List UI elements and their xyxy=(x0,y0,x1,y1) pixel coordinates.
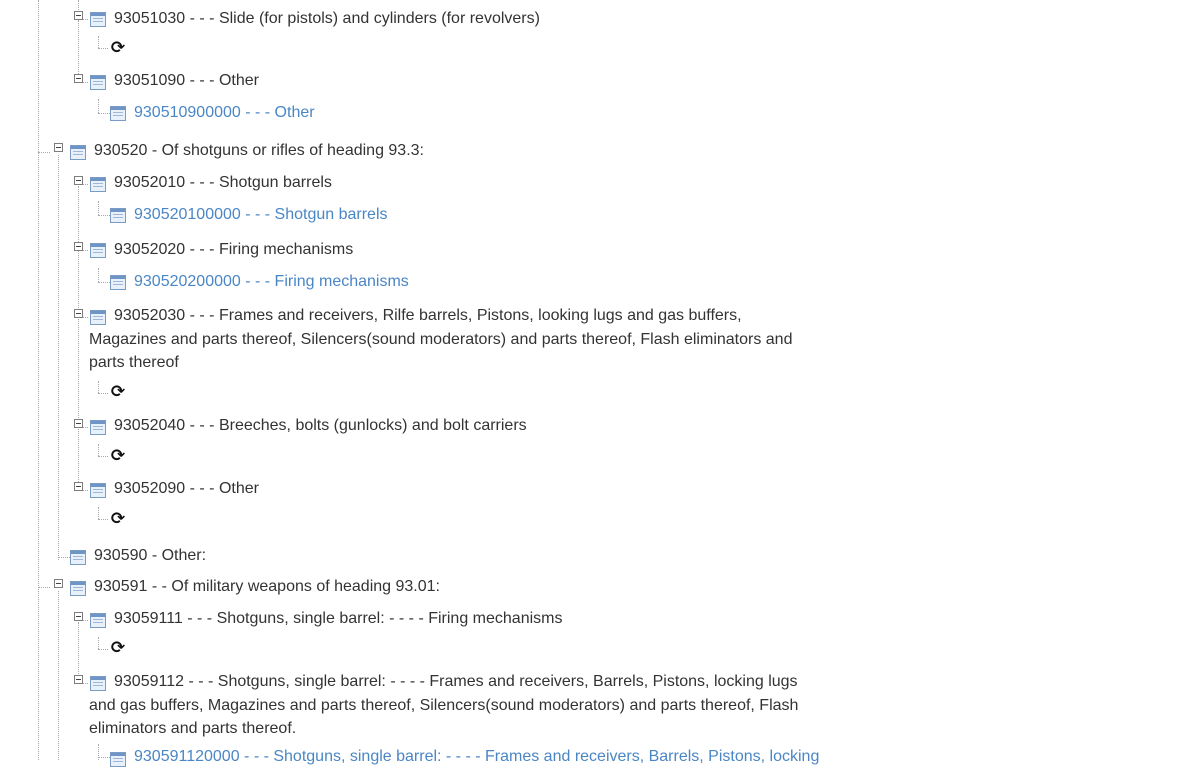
tree-node-label-continuation[interactable]: and gas buffers, Magazines and parts the… xyxy=(89,694,819,740)
node-table-icon xyxy=(90,420,106,435)
tree-guide-line xyxy=(38,0,39,760)
tree-leaf-link[interactable]: 930520100000 - - - Shotgun barrels xyxy=(134,204,388,226)
tree-guide-line xyxy=(58,591,59,760)
tree-connector xyxy=(38,152,50,153)
collapse-toggle-icon[interactable] xyxy=(74,419,83,428)
node-table-icon xyxy=(90,613,106,628)
leaf-table-icon xyxy=(110,106,126,121)
collapse-toggle-icon[interactable] xyxy=(74,11,83,20)
collapse-toggle-icon[interactable] xyxy=(74,675,83,684)
tree-connector xyxy=(98,282,110,283)
tree-connector xyxy=(98,519,108,520)
tree-leaf-link[interactable]: 930591120000 - - - Shotguns, single barr… xyxy=(134,746,819,768)
tree-leaf-link[interactable]: 930510900000 - - - Other xyxy=(134,102,315,124)
tree-connector xyxy=(98,649,108,650)
tree-guide-line xyxy=(78,186,79,490)
refresh-icon[interactable]: ⟳ xyxy=(109,447,127,465)
refresh-icon[interactable]: ⟳ xyxy=(109,39,127,57)
node-table-icon xyxy=(70,550,86,565)
leaf-table-icon xyxy=(110,208,126,223)
node-table-icon xyxy=(70,581,86,596)
tree-connector xyxy=(98,113,110,114)
node-table-icon xyxy=(90,243,106,258)
node-table-icon xyxy=(90,676,106,691)
tree-node-label[interactable]: 93052010 - - - Shotgun barrels xyxy=(114,172,332,194)
node-table-icon xyxy=(70,145,86,160)
refresh-icon[interactable]: ⟳ xyxy=(109,510,127,528)
tree-node-label[interactable]: 93059111 - - - Shotguns, single barrel: … xyxy=(114,608,562,630)
tree-guide-line xyxy=(78,20,79,80)
tree-connector xyxy=(98,456,108,457)
refresh-icon[interactable]: ⟳ xyxy=(109,383,127,401)
node-table-icon xyxy=(90,483,106,498)
collapse-toggle-icon[interactable] xyxy=(74,74,83,83)
tree-guide-line xyxy=(98,268,99,282)
tree-guide-line xyxy=(98,36,99,48)
tree-connector xyxy=(98,48,108,49)
tree-node-label[interactable]: 93052040 - - - Breeches, bolts (gunlocks… xyxy=(114,415,527,437)
tree-guide-line xyxy=(98,99,99,113)
collapse-toggle-icon[interactable] xyxy=(74,612,83,621)
tree-node-label-continuation[interactable]: Magazines and parts thereof, Silencers(s… xyxy=(89,328,819,374)
tree-node-label[interactable]: 930590 - Other: xyxy=(94,545,206,567)
tree-leaf-link[interactable]: 930520200000 - - - Firing mechanisms xyxy=(134,271,409,293)
tree-guide-line xyxy=(98,507,99,519)
leaf-table-icon xyxy=(110,275,126,290)
tree-connector xyxy=(38,587,50,588)
tree-node-label[interactable]: 93051090 - - - Other xyxy=(114,70,259,92)
collapse-toggle-icon[interactable] xyxy=(74,176,83,185)
refresh-icon[interactable]: ⟳ xyxy=(109,639,127,657)
collapse-toggle-icon[interactable] xyxy=(74,309,83,318)
node-table-icon xyxy=(90,75,106,90)
tree-guide-line xyxy=(98,444,99,456)
collapse-toggle-icon[interactable] xyxy=(54,579,63,588)
collapse-toggle-icon[interactable] xyxy=(54,143,63,152)
tree-node-label[interactable]: 930520 - Of shotguns or rifles of headin… xyxy=(94,140,424,162)
node-table-icon xyxy=(90,310,106,325)
tree-node-label[interactable]: 93059112 - - - Shotguns, single barrel: … xyxy=(114,671,798,693)
tree-node-label[interactable]: 93052020 - - - Firing mechanisms xyxy=(114,239,353,261)
collapse-toggle-icon[interactable] xyxy=(74,482,83,491)
tree-guide-line xyxy=(58,155,59,560)
tree-node-label[interactable]: 93052030 - - - Frames and receivers, Ril… xyxy=(114,305,742,327)
node-table-icon xyxy=(90,12,106,27)
tree-connector xyxy=(98,393,108,394)
tree-node-label[interactable]: 930591 - - Of military weapons of headin… xyxy=(94,576,440,598)
collapse-toggle-icon[interactable] xyxy=(74,242,83,251)
tree-connector xyxy=(98,215,110,216)
node-table-icon xyxy=(90,177,106,192)
tree-connector xyxy=(58,557,70,558)
tree-node-label[interactable]: 93051030 - - - Slide (for pistols) and c… xyxy=(114,8,540,30)
tree-connector xyxy=(98,757,110,758)
tree-guide-line xyxy=(98,637,99,649)
tree-node-label[interactable]: 93052090 - - - Other xyxy=(114,478,259,500)
tree-guide-line xyxy=(98,381,99,393)
tree-guide-line xyxy=(98,201,99,215)
